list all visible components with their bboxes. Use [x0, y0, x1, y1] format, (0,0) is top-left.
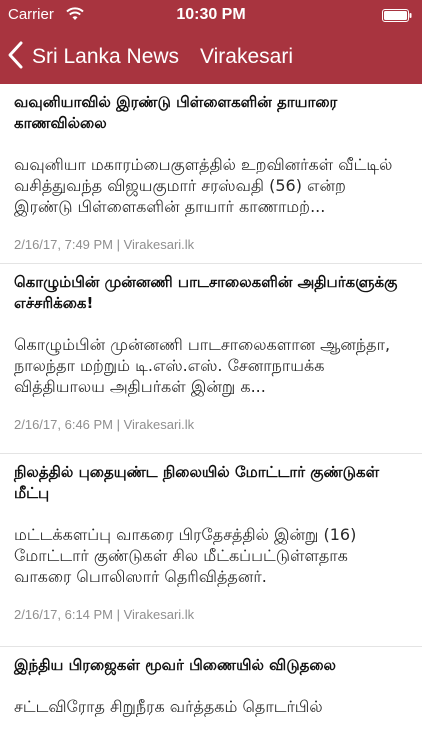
- news-headline: நிலத்தில் புதையுண்ட நிலையில் மோட்டார் கு…: [14, 463, 380, 502]
- status-bar: Carrier 10:30 PM: [0, 0, 422, 30]
- news-meta: 2/16/17, 6:14 PM | Virakesari.lk: [14, 607, 195, 622]
- news-headline: கொழும்பின் முன்னணி பாடசாலைகளின் அதிபர்கள…: [14, 273, 398, 312]
- back-button-label: Sri Lanka News: [32, 45, 180, 68]
- news-meta: 2/16/17, 6:46 PM | Virakesari.lk: [14, 417, 195, 432]
- news-item[interactable]: நிலத்தில் புதையுண்ட நிலையில் மோட்டார் கு…: [0, 454, 422, 647]
- page-title: Virakesari: [200, 45, 293, 68]
- news-summary: கொழும்பின் முன்னணி பாடசாலைகளான ஆனந்தா, ந…: [14, 335, 391, 396]
- news-headline: இந்திய பிரஜைகள் மூவர் பிணையில் விடுதலை: [14, 656, 337, 674]
- news-summary: வவுனியா மகாரம்பைகுளத்தில் உறவினர்கள் வீட…: [14, 155, 393, 216]
- battery-icon: [382, 9, 412, 22]
- news-item[interactable]: இந்திய பிரஜைகள் மூவர் பிணையில் விடுதலை ச…: [0, 647, 422, 750]
- news-summary: சட்டவிரோத சிறுநீரக வர்த்தகம் தொடர்பில்: [14, 697, 323, 716]
- news-item[interactable]: வவுனியாவில் இரண்டு பிள்ளைகளின் தாயாரை கா…: [0, 84, 422, 264]
- news-feed[interactable]: வவுனியாவில் இரண்டு பிள்ளைகளின் தாயாரை கா…: [0, 84, 422, 750]
- navigation-bar: Sri Lanka News Virakesari: [0, 30, 422, 84]
- news-item[interactable]: கொழும்பின் முன்னணி பாடசாலைகளின் அதிபர்கள…: [0, 264, 422, 454]
- chevron-left-icon: [6, 40, 26, 75]
- back-button[interactable]: Sri Lanka News: [6, 40, 179, 74]
- news-headline: வவுனியாவில் இரண்டு பிள்ளைகளின் தாயாரை கா…: [14, 93, 338, 132]
- status-time: 10:30 PM: [176, 6, 246, 23]
- news-summary: மட்டக்களப்பு வாகரை பிரதேசத்தில் இன்று (1…: [14, 525, 357, 586]
